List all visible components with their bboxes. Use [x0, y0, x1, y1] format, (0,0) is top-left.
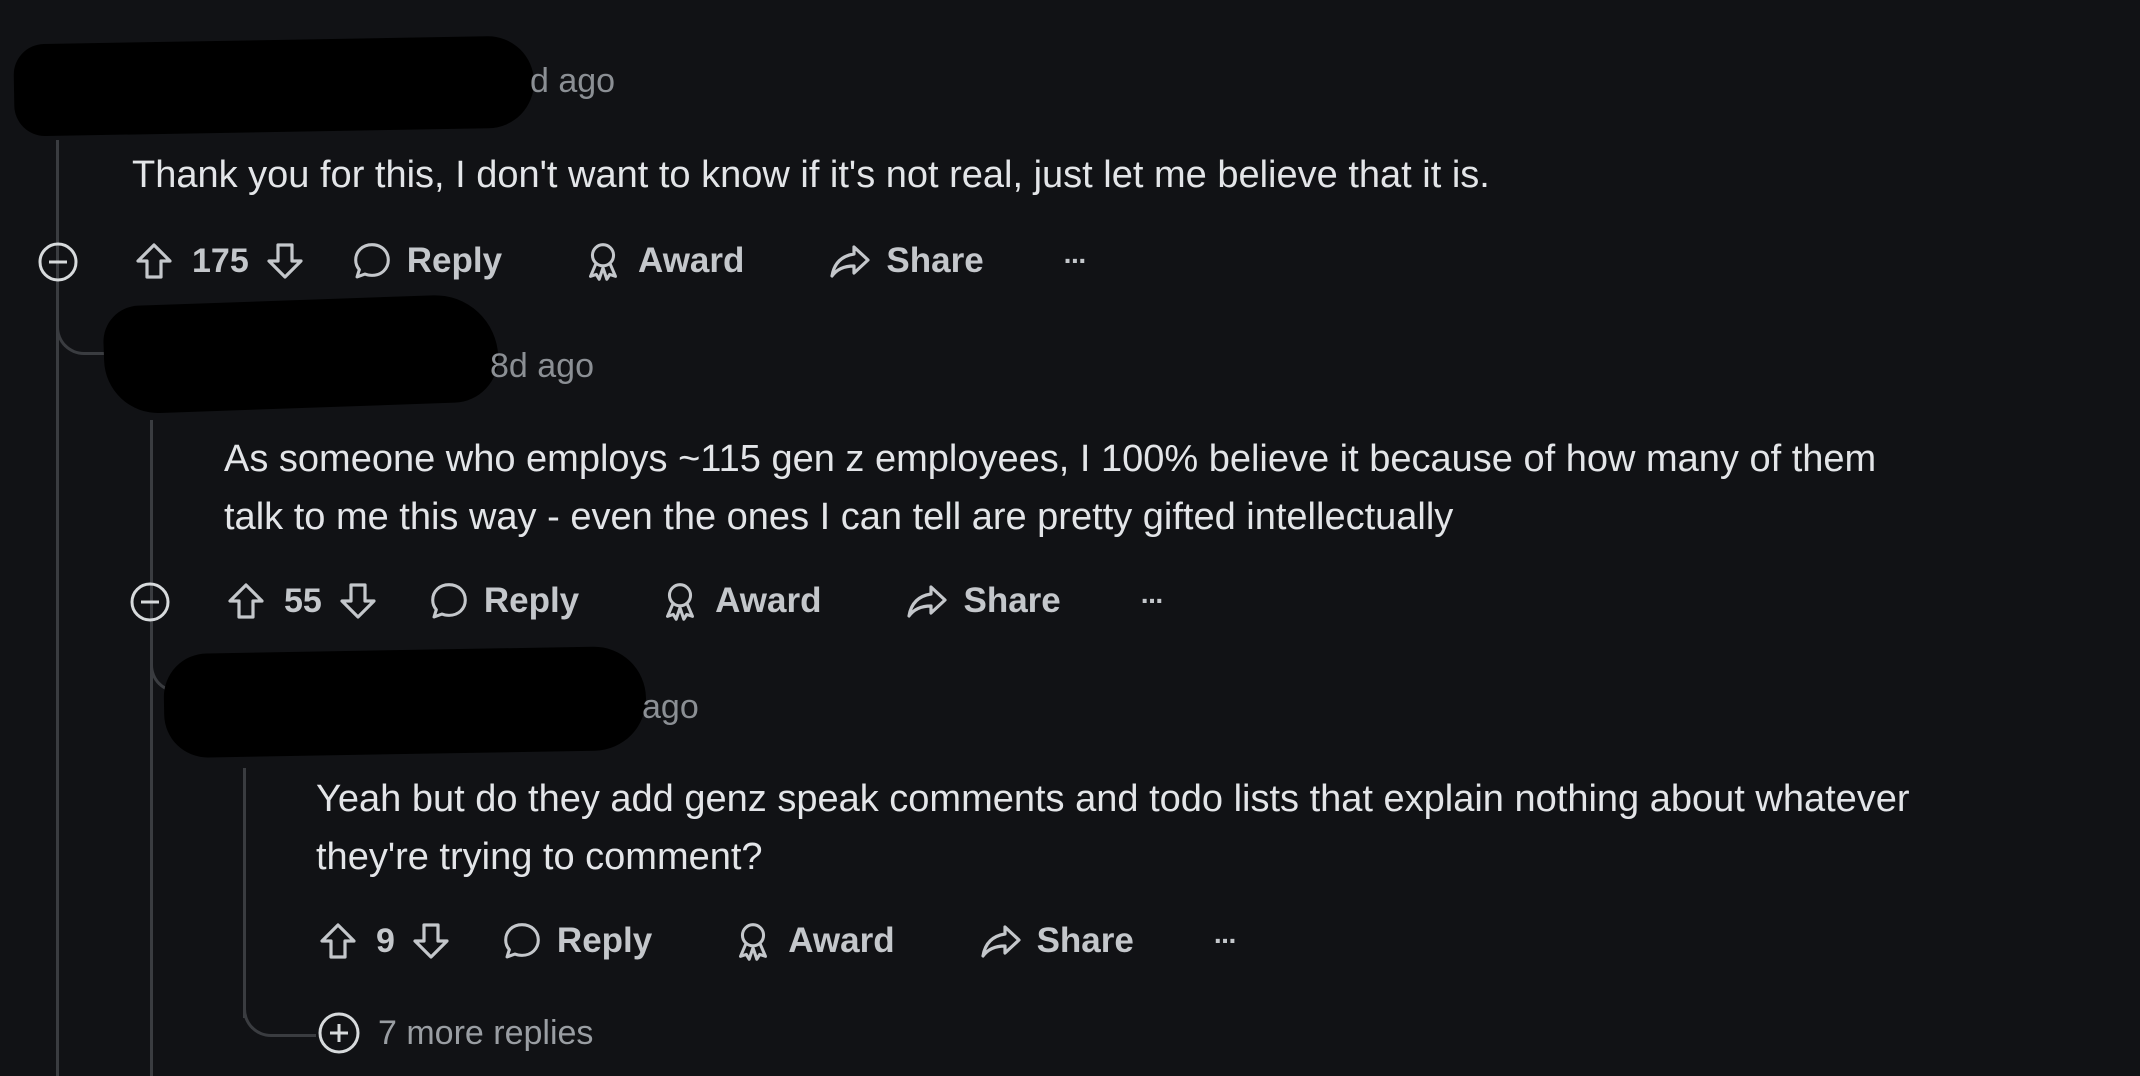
share-button[interactable]: Share	[903, 577, 1061, 625]
vote-count: 9	[376, 921, 395, 960]
comment-body: Yeah but do they add genz speak comments…	[316, 770, 2116, 886]
award-button[interactable]: Award	[657, 578, 821, 624]
collapse-button[interactable]	[129, 581, 171, 623]
comment-timestamp: ago	[642, 688, 699, 726]
comment-body: As someone who employs ~115 gen z employ…	[224, 430, 2104, 546]
thread-line-level-3[interactable]	[243, 768, 246, 1018]
share-label: Share	[963, 581, 1061, 620]
comment-body-line: they're trying to comment?	[316, 836, 763, 878]
share-label: Share	[1036, 921, 1134, 960]
upvote-icon[interactable]	[130, 237, 178, 285]
share-icon	[977, 917, 1025, 965]
reply-label: Reply	[556, 921, 653, 960]
comment-bubble-icon	[499, 918, 545, 964]
collapse-button[interactable]	[37, 241, 79, 283]
reply-label: Reply	[483, 581, 580, 620]
comment-actions: 175 Reply Award Share ···	[130, 233, 1088, 289]
reply-button[interactable]: Reply	[426, 578, 579, 624]
downvote-icon[interactable]	[407, 917, 455, 965]
comment-body-line: As someone who employs ~115 gen z employ…	[224, 438, 1877, 480]
comment-body-line: Yeah but do they add genz speak comments…	[316, 778, 1910, 820]
comment-bubble-icon	[426, 578, 472, 624]
comment-bubble-icon	[349, 238, 395, 284]
downvote-icon[interactable]	[261, 237, 309, 285]
award-icon	[730, 918, 776, 964]
more-options-button[interactable]: ···	[1064, 245, 1088, 277]
comment-thread: d ago Thank you for this, I don't want t…	[0, 0, 2140, 1076]
thread-line-level-2[interactable]	[150, 420, 153, 1076]
redacted-username	[13, 35, 535, 137]
more-options-button[interactable]: ···	[1141, 585, 1165, 617]
expand-plus-icon	[316, 1010, 362, 1056]
more-options-button[interactable]: ···	[1214, 925, 1238, 957]
upvote-icon[interactable]	[222, 577, 270, 625]
award-icon	[657, 578, 703, 624]
more-replies-button[interactable]: 7 more replies	[316, 1010, 593, 1056]
share-icon	[826, 237, 874, 285]
award-button[interactable]: Award	[730, 918, 895, 964]
award-label: Award	[788, 921, 895, 960]
vote-count: 175	[192, 241, 249, 280]
reply-button[interactable]: Reply	[499, 918, 652, 964]
award-label: Award	[715, 581, 822, 620]
thread-connector	[243, 990, 316, 1037]
redacted-username	[163, 645, 647, 759]
award-button[interactable]: Award	[580, 238, 744, 284]
award-icon	[580, 238, 626, 284]
comment-actions: 9 Reply Award Share ···	[314, 913, 1238, 969]
collapse-icon	[38, 242, 78, 282]
comment-timestamp: d ago	[530, 62, 616, 100]
upvote-icon[interactable]	[314, 917, 362, 965]
comment-timestamp: 8d ago	[490, 347, 594, 385]
comment-actions: 55 Reply Award Share ···	[222, 573, 1165, 629]
comment-body-line: talk to me this way - even the ones I ca…	[224, 496, 1454, 538]
share-button[interactable]: Share	[826, 237, 984, 285]
collapse-icon	[130, 582, 170, 622]
comment-body: Thank you for this, I don't want to know…	[132, 154, 1490, 196]
redacted-username	[102, 293, 500, 415]
award-label: Award	[638, 241, 745, 280]
reply-label: Reply	[406, 241, 503, 280]
share-icon	[903, 577, 951, 625]
reply-button[interactable]: Reply	[349, 238, 502, 284]
downvote-icon[interactable]	[334, 577, 382, 625]
vote-count: 55	[284, 581, 322, 620]
share-button[interactable]: Share	[977, 917, 1134, 965]
more-replies-label: 7 more replies	[378, 1013, 594, 1052]
share-label: Share	[886, 241, 984, 280]
